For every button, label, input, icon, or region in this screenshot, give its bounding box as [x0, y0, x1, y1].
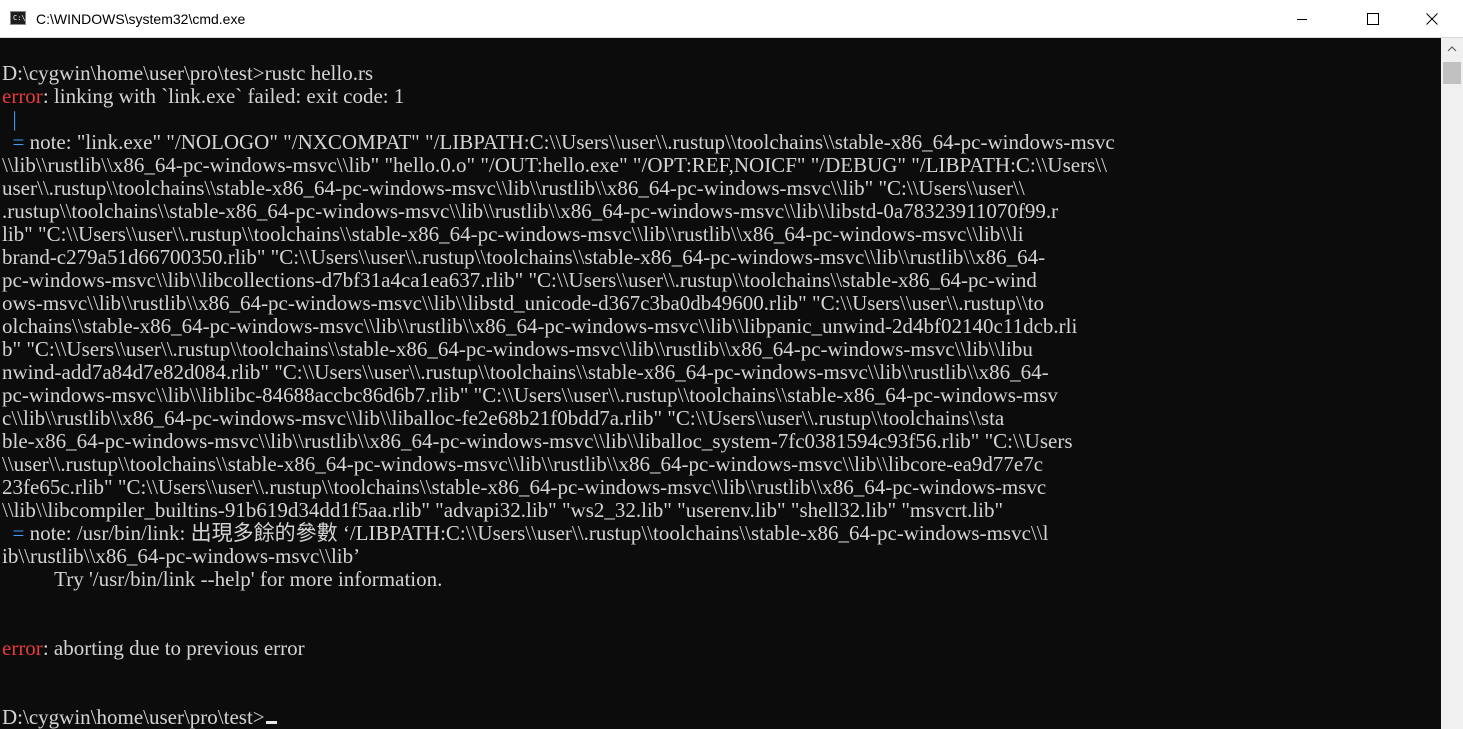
console-text: \\lib\\rustlib\\x86_64-pc-windows-msvc\\…	[2, 153, 1107, 177]
close-button[interactable]	[1409, 0, 1455, 37]
console-line: error: linking with `link.exe` failed: e…	[2, 85, 1115, 108]
title-bar[interactable]: C:\ C:\WINDOWS\system32\cmd.exe	[0, 0, 1463, 38]
console-text: user\\.rustup\\toolchains\\stable-x86_64…	[2, 176, 1025, 200]
console-line: ble-x86_64-pc-windows-msvc\\lib\\rustlib…	[2, 430, 1115, 453]
console-line: = note: /usr/bin/link: 出現多餘的參數 ‘/LIBPATH…	[2, 522, 1115, 545]
console-line: nwind-add7a84d7e82d084.rlib" "C:\\Users\…	[2, 361, 1115, 384]
console-line: ows-msvc\\lib\\rustlib\\x86_64-pc-window…	[2, 292, 1115, 315]
console-line: c\\lib\\rustlib\\x86_64-pc-windows-msvc\…	[2, 407, 1115, 430]
console-line: D:\cygwin\home\user\pro\test>	[2, 706, 1115, 729]
console-line: brand-c279a51d66700350.rlib" "C:\\Users\…	[2, 246, 1115, 269]
vertical-scrollbar[interactable]	[1441, 38, 1463, 729]
console-text: ble-x86_64-pc-windows-msvc\\lib\\rustlib…	[2, 429, 1073, 453]
scroll-thumb[interactable]	[1443, 62, 1461, 84]
console-text: note: /usr/bin/link: 出現多餘的參數 ‘/LIBPATH:C…	[29, 521, 1049, 545]
console-text: 23fe65c.rlib" "C:\\Users\\user\\.rustup\…	[2, 475, 1047, 499]
console-line: user\\.rustup\\toolchains\\stable-x86_64…	[2, 177, 1115, 200]
console-text: ib\\rustlib\\x86_64-pc-windows-msvc\\lib…	[2, 544, 361, 568]
maximize-button[interactable]	[1350, 0, 1396, 37]
console-text: ows-msvc\\lib\\rustlib\\x86_64-pc-window…	[2, 291, 1044, 315]
console-line: 23fe65c.rlib" "C:\\Users\\user\\.rustup\…	[2, 476, 1115, 499]
console-text: nwind-add7a84d7e82d084.rlib" "C:\\Users\…	[2, 360, 1049, 384]
console-line: error: aborting due to previous error	[2, 637, 1115, 660]
console-line: D:\cygwin\home\user\pro\test>rustc hello…	[2, 62, 1115, 85]
console-line: \\user\\.rustup\\toolchains\\stable-x86_…	[2, 453, 1115, 476]
console-line: ib\\rustlib\\x86_64-pc-windows-msvc\\lib…	[2, 545, 1115, 568]
scroll-up-button[interactable]	[1441, 38, 1463, 60]
console-text: D:\cygwin\home\user\pro\test>	[2, 705, 265, 729]
console-line: Try '/usr/bin/link --help' for more info…	[2, 568, 1115, 591]
console-text: pc-windows-msvc\\lib\\liblibc-84688accbc…	[2, 383, 1058, 407]
console-line: |	[2, 108, 1115, 131]
console-output[interactable]: D:\cygwin\home\user\pro\test>rustc hello…	[0, 38, 1441, 729]
console-text: pc-windows-msvc\\lib\\libcollections-d7b…	[2, 268, 1037, 292]
console-text: brand-c279a51d66700350.rlib" "C:\\Users\…	[2, 245, 1046, 269]
console-line: b" "C:\\Users\\user\\.rustup\\toolchains…	[2, 338, 1115, 361]
console-line: \\lib\\rustlib\\x86_64-pc-windows-msvc\\…	[2, 154, 1115, 177]
console-line: \\lib\\libcompiler_builtins-91b619d34dd1…	[2, 499, 1115, 522]
note-marker: |	[2, 107, 17, 131]
maximize-icon	[1367, 12, 1379, 25]
console-line: pc-windows-msvc\\lib\\liblibc-84688accbc…	[2, 384, 1115, 407]
console-text: Try '/usr/bin/link --help' for more info…	[2, 567, 443, 591]
note-marker: =	[2, 130, 30, 154]
console-text: \\lib\\libcompiler_builtins-91b619d34dd1…	[2, 498, 1004, 522]
minimize-icon	[1297, 18, 1307, 20]
cmd-icon: C:\	[10, 11, 26, 25]
console-lines: D:\cygwin\home\user\pro\test>rustc hello…	[2, 62, 1115, 729]
console-line: .rustup\\toolchains\\stable-x86_64-pc-wi…	[2, 200, 1115, 223]
note-marker: =	[2, 521, 30, 545]
console-text: \\user\\.rustup\\toolchains\\stable-x86_…	[2, 452, 1044, 476]
console-line: = note: "link.exe" "/NOLOGO" "/NXCOMPAT"…	[2, 131, 1115, 154]
console-text: note: "link.exe" "/NOLOGO" "/NXCOMPAT" "…	[29, 130, 1115, 154]
close-icon	[1426, 12, 1438, 25]
console-text: olchains\\stable-x86_64-pc-windows-msvc\…	[2, 314, 1078, 338]
console-text: .rustup\\toolchains\\stable-x86_64-pc-wi…	[2, 199, 1059, 223]
console-text: b" "C:\\Users\\user\\.rustup\\toolchains…	[2, 337, 1033, 361]
error-label: error	[2, 636, 43, 660]
console-line: pc-windows-msvc\\lib\\libcollections-d7b…	[2, 269, 1115, 292]
minimize-button[interactable]	[1279, 0, 1325, 37]
console-text: c\\lib\\rustlib\\x86_64-pc-windows-msvc\…	[2, 406, 1005, 430]
console-text: : linking with `link.exe` failed: exit c…	[42, 84, 405, 108]
console-text: : aborting due to previous error	[42, 636, 305, 660]
console-line: olchains\\stable-x86_64-pc-windows-msvc\…	[2, 315, 1115, 338]
text-cursor	[265, 721, 277, 724]
console-text: lib" "C:\\Users\\user\\.rustup\\toolchai…	[2, 222, 1024, 246]
console-text: D:\cygwin\home\user\pro\test>rustc hello…	[2, 61, 374, 85]
console-line: lib" "C:\\Users\\user\\.rustup\\toolchai…	[2, 223, 1115, 246]
chevron-up-icon	[1447, 46, 1457, 52]
window-title: C:\WINDOWS\system32\cmd.exe	[36, 11, 246, 27]
error-label: error	[2, 84, 43, 108]
